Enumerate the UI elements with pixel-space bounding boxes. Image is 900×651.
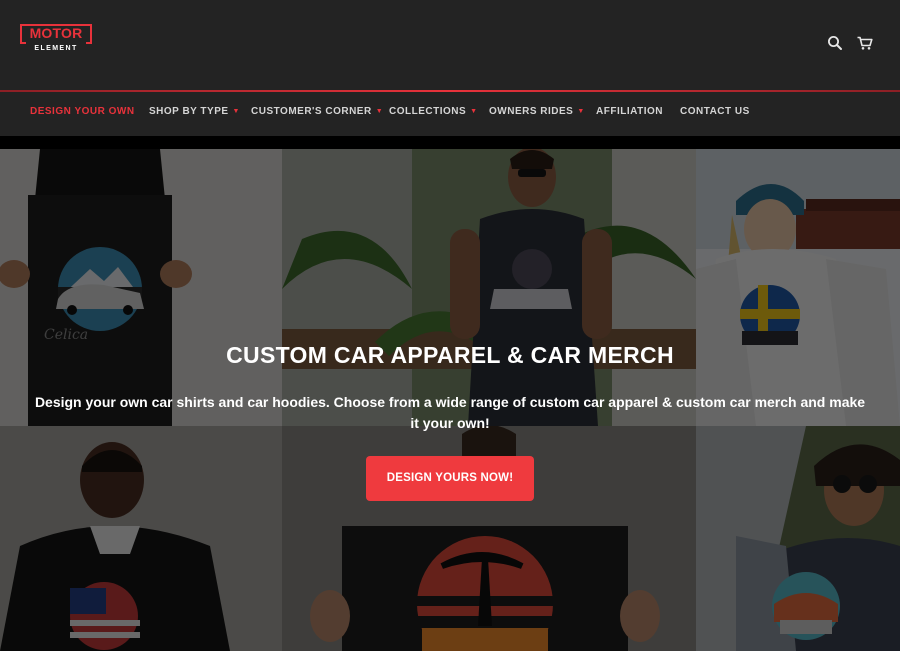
nav-label: CONTACT US [680,106,750,117]
nav-item-collections[interactable]: COLLECTIONS ▼ [389,92,478,132]
nav-label: SHOP BY TYPE [149,106,229,117]
main-nav: DESIGN YOUR OWN SHOP BY TYPE ▼ CUSTOMER'S… [0,92,900,136]
chevron-down-icon: ▼ [232,108,240,115]
logo-text-top: MOTOR [29,25,83,41]
chevron-down-icon: ▼ [577,108,585,115]
search-icon[interactable] [826,34,844,52]
chevron-down-icon: ▼ [470,108,478,115]
nav-label: AFFILIATION [596,106,663,117]
logo-text-bottom: ELEMENT [34,45,78,52]
nav-item-customers-corner[interactable]: CUSTOMER'S CORNER ▼ [251,92,383,132]
hero-banner: Celica [0,149,900,651]
hero-top-band [0,136,900,149]
chevron-down-icon: ▼ [375,108,384,115]
design-yours-now-button[interactable]: DESIGN YOURS NOW! [366,456,534,501]
cart-icon[interactable] [856,34,874,52]
nav-label: COLLECTIONS [389,106,467,117]
nav-item-affiliation[interactable]: AFFILIATION [596,92,663,132]
nav-label: CUSTOMER'S CORNER [251,106,372,117]
brand-logo[interactable]: MOTOR ELEMENT [20,24,92,54]
nav-item-owners-rides[interactable]: OWNERS RIDES ▼ [489,92,585,132]
nav-item-shop-by-type[interactable]: SHOP BY TYPE ▼ [149,92,240,132]
nav-label: DESIGN YOUR OWN [30,106,135,117]
nav-label: OWNERS RIDES [489,106,574,117]
hero-title: CUSTOM CAR APPAREL & CAR MERCH [226,342,674,368]
hero-subtitle: Design your own car shirts and car hoodi… [34,394,866,431]
site-header: MOTOR ELEMENT [0,0,900,90]
nav-item-design-your-own[interactable]: DESIGN YOUR OWN [30,92,135,132]
nav-item-contact-us[interactable]: CONTACT US [680,92,750,132]
